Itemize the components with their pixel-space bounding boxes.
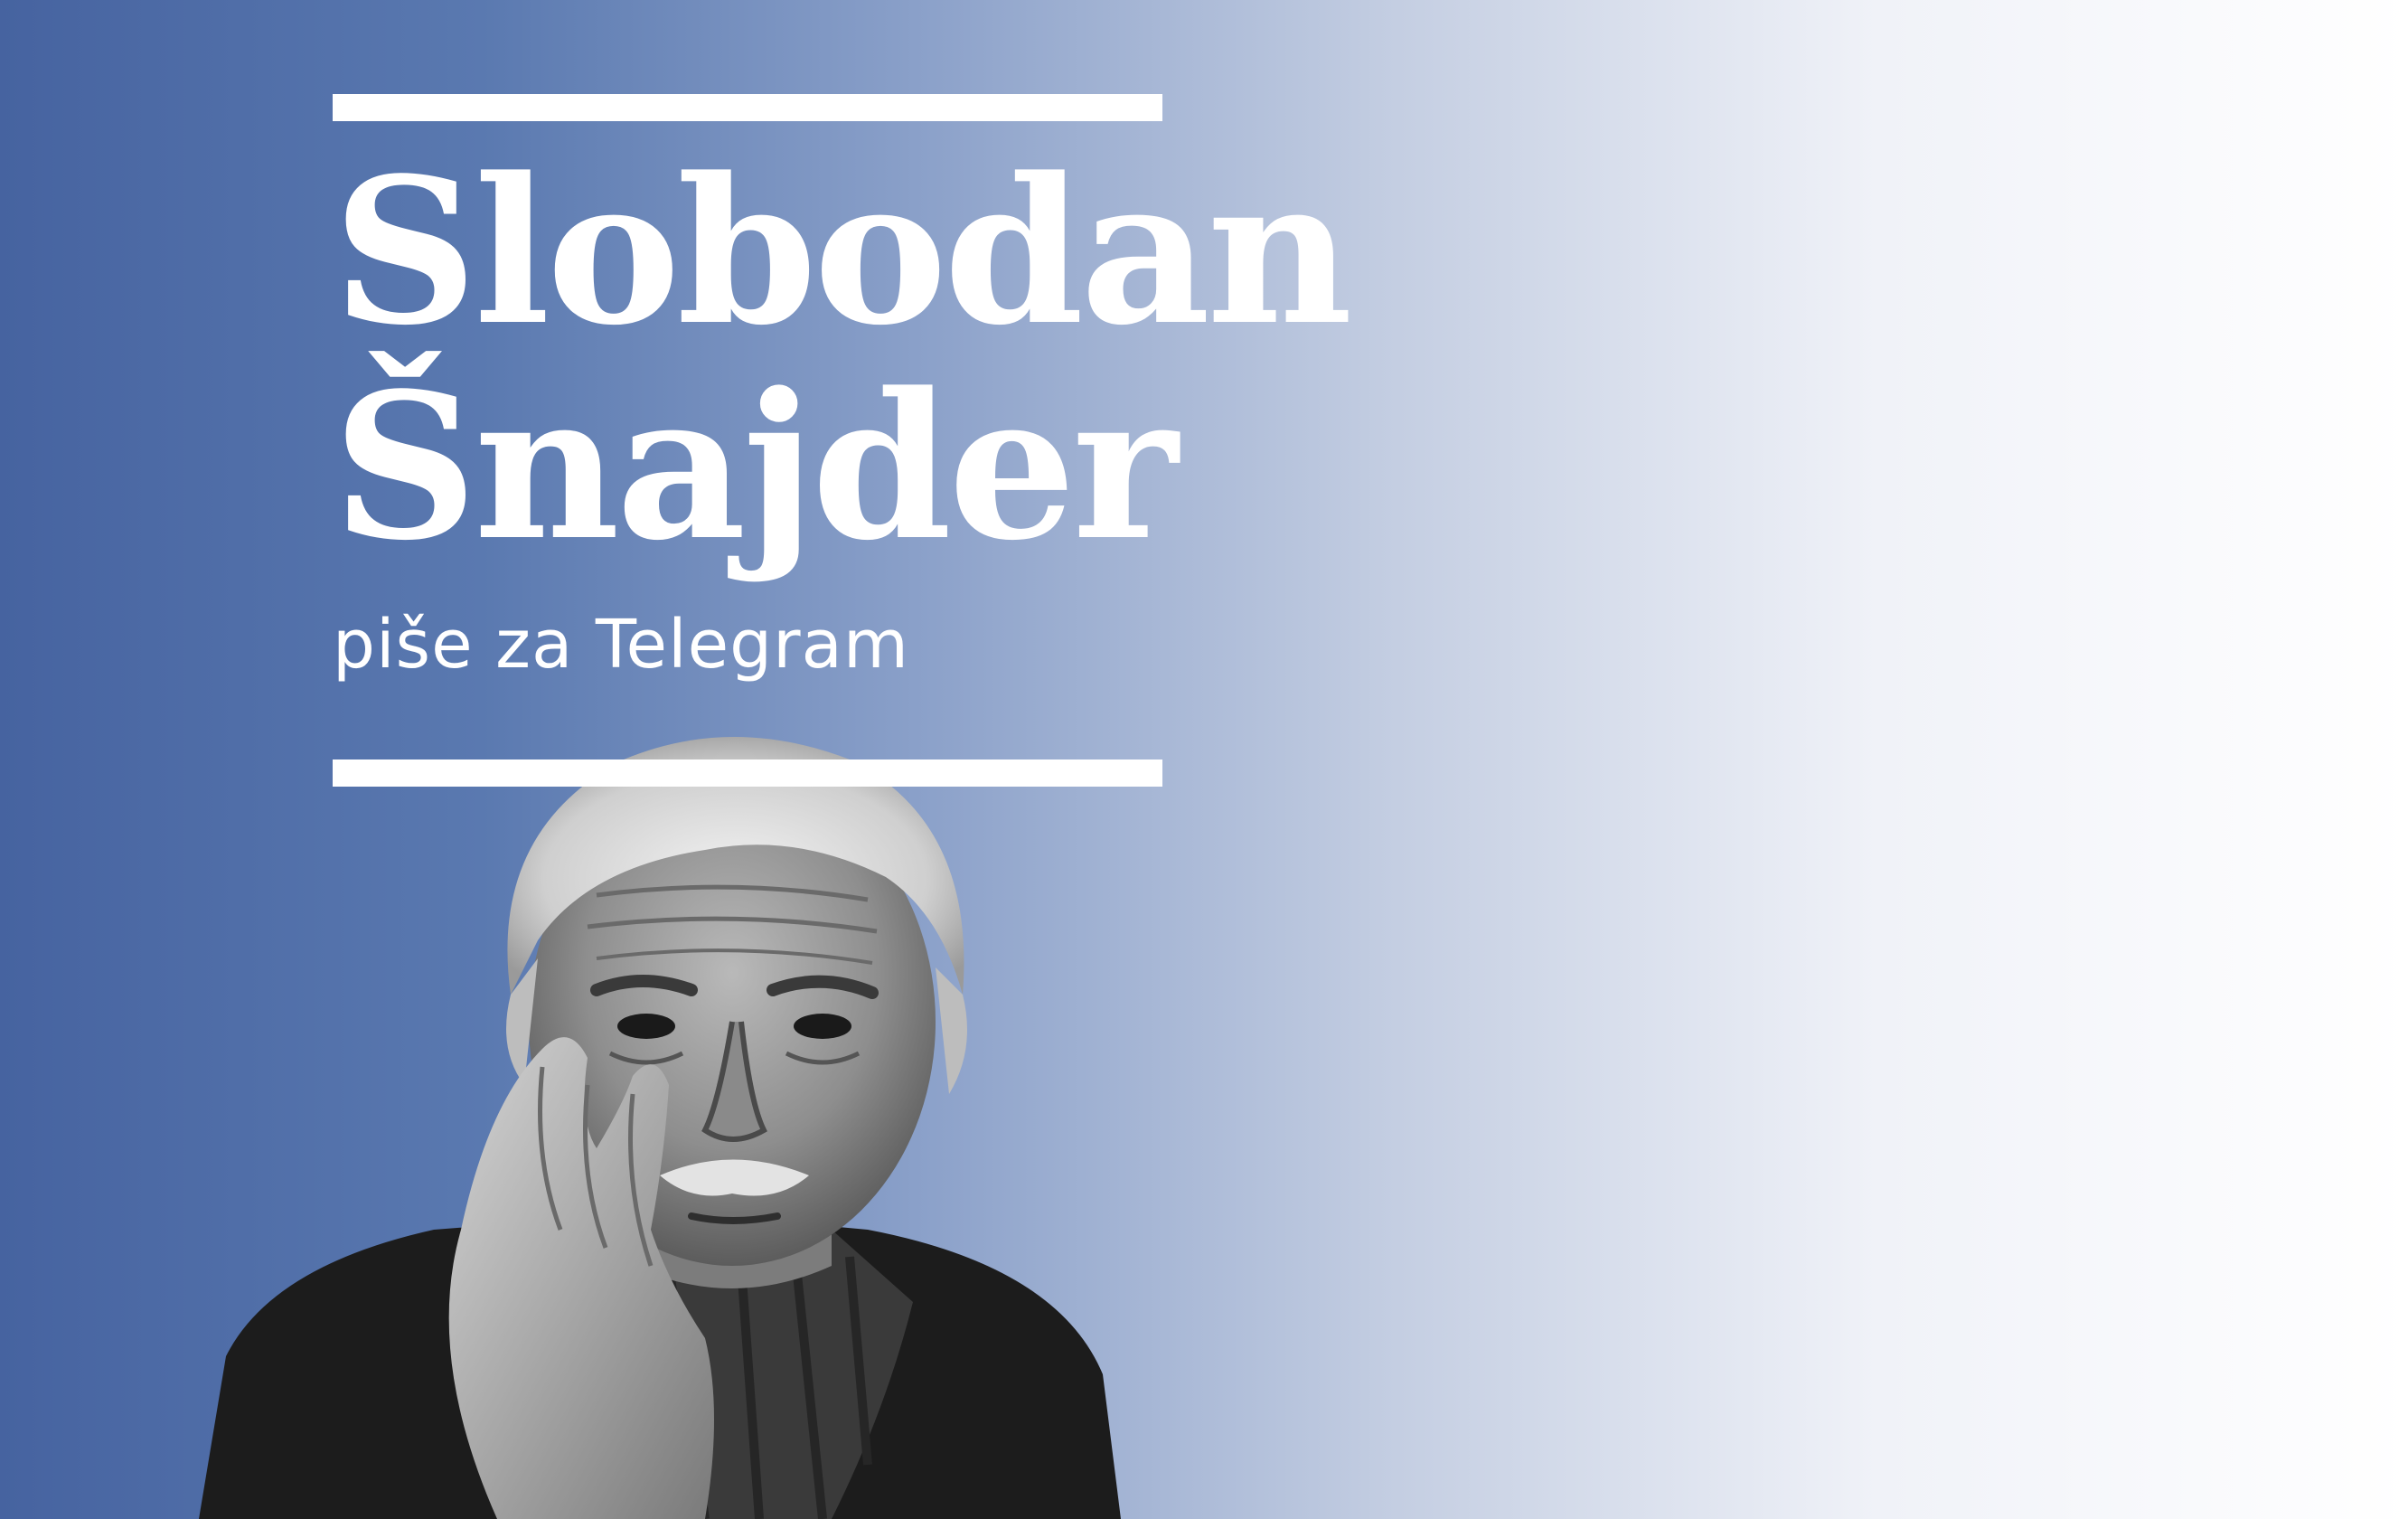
bottom-divider [333,760,1162,787]
author-first-name: Slobodan [333,135,1353,370]
columnist-banner: Slobodan Šnajder piše za Telegram [0,0,2408,1519]
author-name: Slobodan Šnajder [333,135,1353,585]
top-divider [333,94,1162,121]
author-last-name: Šnajder [333,350,1178,585]
tagline: piše za Telegram [333,606,909,684]
author-portrait-photo [199,723,1284,1519]
